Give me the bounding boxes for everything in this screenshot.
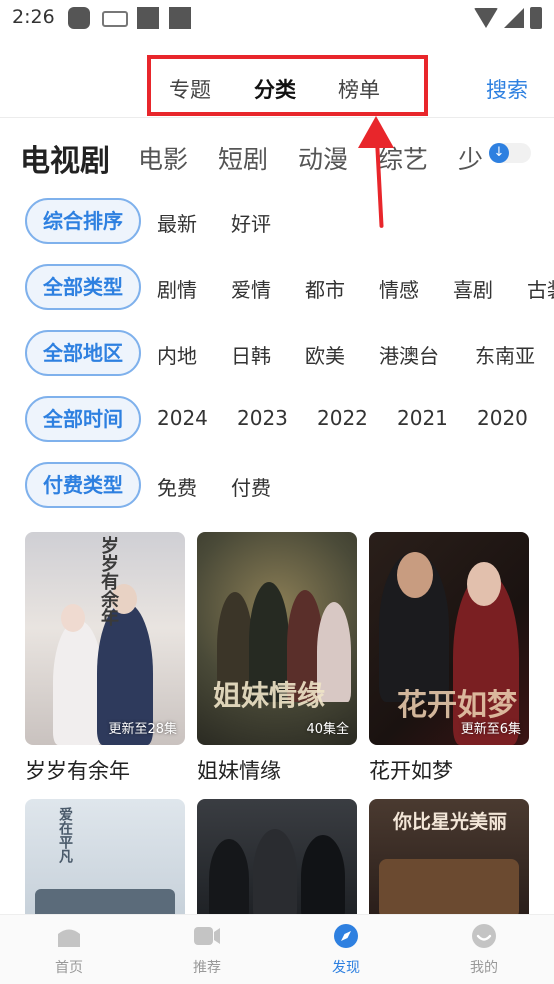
app-notification-icon <box>137 7 159 29</box>
episode-badge: 更新至6集 <box>460 722 521 737</box>
filter-option[interactable]: 2024 <box>157 406 208 430</box>
poster-calligraphy: 姐妹情缘 <box>213 679 326 712</box>
nav-label: 我的 <box>470 960 498 976</box>
filter-option[interactable]: 付费 <box>231 472 271 501</box>
nav-label: 首页 <box>55 960 83 976</box>
poster-image[interactable]: 你比星光美丽 <box>369 799 529 915</box>
filter-region-pill[interactable]: 全部地区 <box>25 330 141 376</box>
filter-row-type: 全部类型 剧情 爱情 都市 情感 喜剧 古装 <box>25 264 554 310</box>
filter-row-year: 全部时间 2024 2023 2022 2021 2020 <box>25 396 554 442</box>
episode-badge: 40集全 <box>306 722 349 737</box>
poster-image[interactable] <box>197 799 357 915</box>
nav-profile[interactable]: 我的 <box>454 923 514 977</box>
home-icon <box>58 929 80 947</box>
category-movie[interactable]: 电影 <box>138 140 188 176</box>
bottom-nav: 首页 推荐 发现 我的 <box>0 914 554 984</box>
video-card[interactable]: 岁岁有余年 更新至28集 岁岁有余年 <box>25 532 185 785</box>
filter-option[interactable]: 港澳台 <box>379 340 439 369</box>
nav-label: 发现 <box>332 960 360 976</box>
card-title[interactable]: 花开如梦 <box>369 755 529 785</box>
filter-option[interactable]: 最新 <box>157 208 197 237</box>
battery-icon <box>530 7 542 29</box>
filter-option[interactable]: 2020 <box>477 406 528 430</box>
filter-option[interactable]: 2023 <box>237 406 288 430</box>
filter-pay-pill[interactable]: 付费类型 <box>25 462 141 508</box>
expand-down-icon[interactable]: ↓ <box>489 143 509 163</box>
filter-option[interactable]: 好评 <box>231 208 271 237</box>
poster-calligraphy: 爱在平凡 <box>57 807 73 863</box>
filter-sort-pill[interactable]: 综合排序 <box>25 198 141 244</box>
status-indicators <box>474 7 542 29</box>
search-button[interactable]: 搜索 <box>486 74 528 104</box>
category-anime[interactable]: 动漫 <box>298 140 348 176</box>
compass-icon <box>334 924 358 948</box>
filter-option[interactable]: 日韩 <box>231 340 271 369</box>
signal-icon <box>504 8 524 28</box>
video-card[interactable]: 你比星光美丽 <box>369 799 529 915</box>
keyboard-icon <box>102 11 128 27</box>
episode-badge: 更新至28集 <box>108 722 177 737</box>
filter-option[interactable]: 欧美 <box>305 340 345 369</box>
filter-option[interactable]: 2022 <box>317 406 368 430</box>
header-divider <box>0 117 554 118</box>
poster-calligraphy: 岁岁有余年 <box>98 536 119 626</box>
video-card[interactable]: 姐妹情缘 40集全 姐妹情缘 <box>197 532 357 785</box>
filter-row-region: 全部地区 内地 日韩 欧美 港澳台 东南亚 <box>25 330 554 376</box>
poster-image[interactable]: 岁岁有余年 更新至28集 <box>25 532 185 745</box>
video-card[interactable]: 爱在平凡 <box>25 799 185 915</box>
nav-discover[interactable]: 发现 <box>316 923 376 977</box>
poster-image[interactable]: 爱在平凡 <box>25 799 185 915</box>
nav-label: 推荐 <box>193 960 221 976</box>
filter-option[interactable]: 免费 <box>157 472 197 501</box>
filter-option[interactable]: 情感 <box>379 274 419 303</box>
poster-image[interactable]: 花开如梦 更新至6集 <box>369 532 529 745</box>
annotation-highlight-box <box>147 55 428 116</box>
filter-option[interactable]: 喜剧 <box>453 274 493 303</box>
card-title[interactable]: 岁岁有余年 <box>25 755 185 785</box>
annotation-arrow-head <box>358 116 394 148</box>
wifi-icon <box>474 8 498 28</box>
category-tabs: 电视剧 电影 短剧 动漫 综艺 少 <box>20 136 540 176</box>
filter-option[interactable]: 2021 <box>397 406 448 430</box>
nav-recommend[interactable]: 推荐 <box>177 923 237 977</box>
filter-option[interactable]: 古装 <box>527 274 554 303</box>
nav-home[interactable]: 首页 <box>39 923 99 977</box>
video-icon <box>194 927 220 945</box>
filter-option[interactable]: 爱情 <box>231 274 271 303</box>
notification-icon <box>68 7 90 29</box>
category-short[interactable]: 短剧 <box>218 140 268 176</box>
filter-row-pay: 付费类型 免费 付费 <box>25 462 554 508</box>
card-title[interactable]: 姐妹情缘 <box>197 755 357 785</box>
filter-option[interactable]: 剧情 <box>157 274 197 303</box>
smile-face-icon <box>472 924 496 948</box>
app-notification-icon-2 <box>169 7 191 29</box>
video-card[interactable] <box>197 799 357 915</box>
category-kids[interactable]: 少 <box>458 140 483 176</box>
status-time: 2:26 <box>12 6 55 28</box>
category-tv[interactable]: 电视剧 <box>20 136 110 176</box>
poster-image[interactable]: 姐妹情缘 40集全 <box>197 532 357 745</box>
filter-option[interactable]: 内地 <box>157 340 197 369</box>
video-card[interactable]: 花开如梦 更新至6集 花开如梦 <box>369 532 529 785</box>
status-bar: 2:26 <box>0 0 554 40</box>
filter-option[interactable]: 东南亚 <box>475 340 535 369</box>
filter-year-pill[interactable]: 全部时间 <box>25 396 141 442</box>
poster-calligraphy: 你比星光美丽 <box>393 811 508 833</box>
filter-row-sort: 综合排序 最新 好评 <box>25 198 554 244</box>
filter-option[interactable]: 都市 <box>305 274 345 303</box>
filter-type-pill[interactable]: 全部类型 <box>25 264 141 310</box>
